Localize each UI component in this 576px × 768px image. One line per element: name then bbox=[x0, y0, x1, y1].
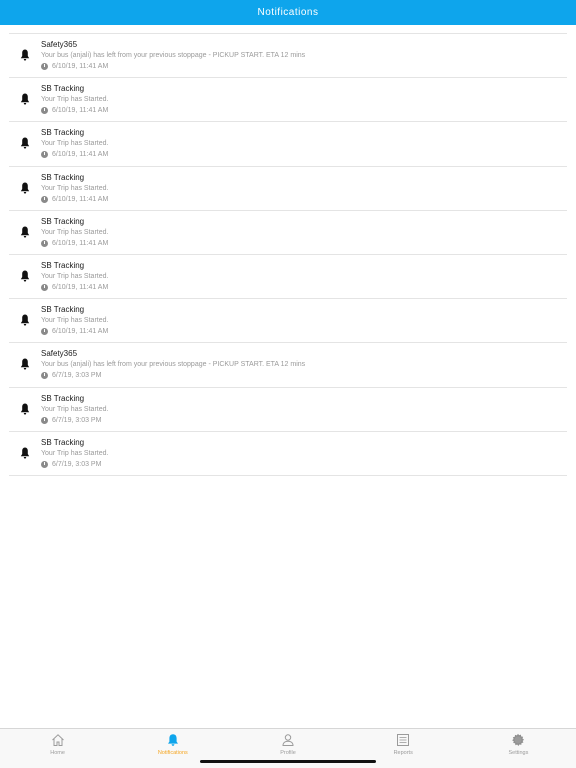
clock-icon bbox=[41, 239, 48, 247]
bell-icon bbox=[20, 182, 30, 194]
clock-icon bbox=[41, 416, 48, 424]
clock-icon bbox=[41, 107, 48, 115]
notification-time: 6/7/19, 3:03 PM bbox=[52, 416, 102, 424]
notification-row[interactable]: SB Tracking Your Trip has Started. 6/10/19… bbox=[9, 167, 567, 211]
clock-icon bbox=[41, 283, 48, 291]
bell-icon bbox=[20, 403, 30, 415]
notification-time: 6/10/19, 11:41 AM bbox=[52, 283, 109, 291]
notification-time-row: 6/10/19, 11:41 AM bbox=[41, 105, 108, 116]
notification-time-row: 6/7/19, 3:03 PM bbox=[41, 459, 108, 470]
notification-content: SB Tracking Your Trip has Started. 6/10/19… bbox=[41, 172, 108, 205]
bell-icon bbox=[20, 447, 30, 459]
notification-content: SB Tracking Your Trip has Started. 6/10/19… bbox=[41, 127, 108, 160]
notification-time: 6/10/19, 11:41 AM bbox=[52, 151, 109, 159]
notification-time: 6/10/19, 11:41 AM bbox=[52, 107, 109, 115]
notification-time-row: 6/10/19, 11:41 AM bbox=[41, 282, 108, 293]
notification-message: Your Trip has Started. bbox=[41, 272, 109, 280]
notification-message: Your Trip has Started. bbox=[41, 184, 109, 192]
list-icon bbox=[397, 734, 410, 746]
notification-message: Your Trip has Started. bbox=[41, 140, 109, 148]
notification-sender: SB Tracking bbox=[41, 437, 85, 447]
notification-time: 6/7/19, 3:03 PM bbox=[52, 460, 102, 468]
notification-time: 6/10/19, 11:41 AM bbox=[52, 63, 109, 70]
tab-label: Settings bbox=[508, 750, 529, 756]
notification-message: Your bus (anjali) has left from your pre… bbox=[41, 52, 306, 59]
notification-time-row: 6/10/19, 11:41 AM bbox=[41, 61, 305, 72]
notification-sender: SB Tracking bbox=[41, 172, 85, 182]
notification-time-row: 6/10/19, 11:41 AM bbox=[41, 194, 108, 205]
bell-icon bbox=[20, 314, 30, 326]
notification-time: 6/10/19, 11:41 AM bbox=[52, 195, 109, 203]
notification-content: Safety365 Your bus (anjali) has left from… bbox=[41, 39, 305, 72]
bell-icon bbox=[20, 93, 30, 105]
notification-message: Your Trip has Started. bbox=[41, 228, 109, 236]
notification-message: Your bus (anjali) has left from your pre… bbox=[41, 361, 306, 369]
bell-icon bbox=[20, 226, 30, 238]
notification-content: SB Tracking Your Trip has Started. 6/10/19… bbox=[41, 260, 108, 293]
notification-sender: SB Tracking bbox=[41, 216, 85, 226]
gear-icon bbox=[512, 733, 525, 746]
notification-row[interactable]: SB Tracking Your Trip has Started. 6/10/19… bbox=[9, 299, 567, 344]
tab-label: Reports bbox=[393, 750, 413, 756]
tab-label: Notifications bbox=[157, 750, 188, 756]
notification-list[interactable]: Safety365 Your bus (anjali) has left from… bbox=[9, 33, 567, 476]
bell-icon bbox=[20, 270, 30, 282]
tab-label: Profile bbox=[280, 750, 296, 756]
notification-time-row: 6/10/19, 11:41 AM bbox=[41, 238, 108, 249]
notification-content: SB Tracking Your Trip has Started. 6/7/19,… bbox=[41, 437, 108, 470]
tab-home[interactable]: Home bbox=[0, 729, 115, 768]
tab-label: Home bbox=[50, 750, 65, 756]
clock-icon bbox=[41, 372, 48, 380]
person-icon bbox=[282, 734, 294, 746]
clock-icon bbox=[41, 328, 48, 336]
bell-icon bbox=[20, 358, 30, 370]
page-title: Notifications bbox=[257, 7, 319, 18]
notification-sender: SB Tracking bbox=[41, 260, 85, 270]
notification-message: Your Trip has Started. bbox=[41, 449, 109, 457]
notification-row[interactable]: SB Tracking Your Trip has Started. 6/10/19… bbox=[9, 122, 567, 167]
notification-message: Your Trip has Started. bbox=[41, 317, 109, 325]
bell-icon bbox=[20, 49, 30, 61]
tab-settings[interactable]: Settings bbox=[461, 729, 576, 768]
notification-content: SB Tracking Your Trip has Started. 6/10/19… bbox=[41, 83, 108, 116]
notification-time: 6/10/19, 11:41 AM bbox=[52, 239, 109, 247]
notification-time-row: 6/7/19, 3:03 PM bbox=[41, 415, 108, 426]
notification-row[interactable]: SB Tracking Your Trip has Started. 6/10/19… bbox=[9, 255, 567, 300]
bell-icon bbox=[167, 734, 178, 746]
notification-content: SB Tracking Your Trip has Started. 6/10/19… bbox=[41, 216, 108, 249]
clock-icon bbox=[41, 151, 48, 159]
notification-row[interactable]: SB Tracking Your Trip has Started. 6/10/19… bbox=[9, 211, 567, 255]
notification-time: 6/10/19, 11:41 AM bbox=[52, 328, 109, 336]
home-indicator bbox=[200, 760, 376, 763]
notification-time-row: 6/10/19, 11:41 AM bbox=[41, 149, 108, 160]
clock-icon bbox=[41, 460, 48, 468]
notification-sender: Safety365 bbox=[41, 40, 78, 49]
notification-row[interactable]: SB Tracking Your Trip has Started. 6/7/19,… bbox=[9, 432, 567, 476]
notification-sender: SB Tracking bbox=[41, 305, 85, 315]
notification-time-row: 6/10/19, 11:41 AM bbox=[41, 326, 108, 337]
notification-time-row: 6/7/19, 3:03 PM bbox=[41, 370, 305, 381]
notification-content: SB Tracking Your Trip has Started. 6/10/19… bbox=[41, 304, 108, 337]
notification-sender: Safety365 bbox=[41, 349, 78, 359]
notification-time: 6/7/19, 3:03 PM bbox=[52, 372, 102, 380]
notification-row[interactable]: Safety365 Your bus (anjali) has left from… bbox=[9, 34, 567, 79]
notification-sender: SB Tracking bbox=[41, 84, 85, 94]
clock-icon bbox=[41, 63, 48, 70]
notification-message: Your Trip has Started. bbox=[41, 96, 109, 104]
navigation-bar: Notifications bbox=[0, 0, 576, 25]
notification-message: Your Trip has Started. bbox=[41, 405, 109, 413]
notification-row[interactable]: Safety365 Your bus (anjali) has left from… bbox=[9, 343, 567, 388]
notification-row[interactable]: SB Tracking Your Trip has Started. 6/7/19,… bbox=[9, 388, 567, 432]
home-icon bbox=[51, 734, 64, 746]
notification-content: Safety365 Your bus (anjali) has left from… bbox=[41, 348, 305, 381]
clock-icon bbox=[41, 195, 48, 203]
bell-icon bbox=[20, 137, 30, 149]
notification-sender: SB Tracking bbox=[41, 128, 85, 138]
notification-sender: SB Tracking bbox=[41, 393, 85, 403]
notification-content: SB Tracking Your Trip has Started. 6/7/19,… bbox=[41, 393, 108, 426]
notification-row[interactable]: SB Tracking Your Trip has Started. 6/10/19… bbox=[9, 78, 567, 123]
